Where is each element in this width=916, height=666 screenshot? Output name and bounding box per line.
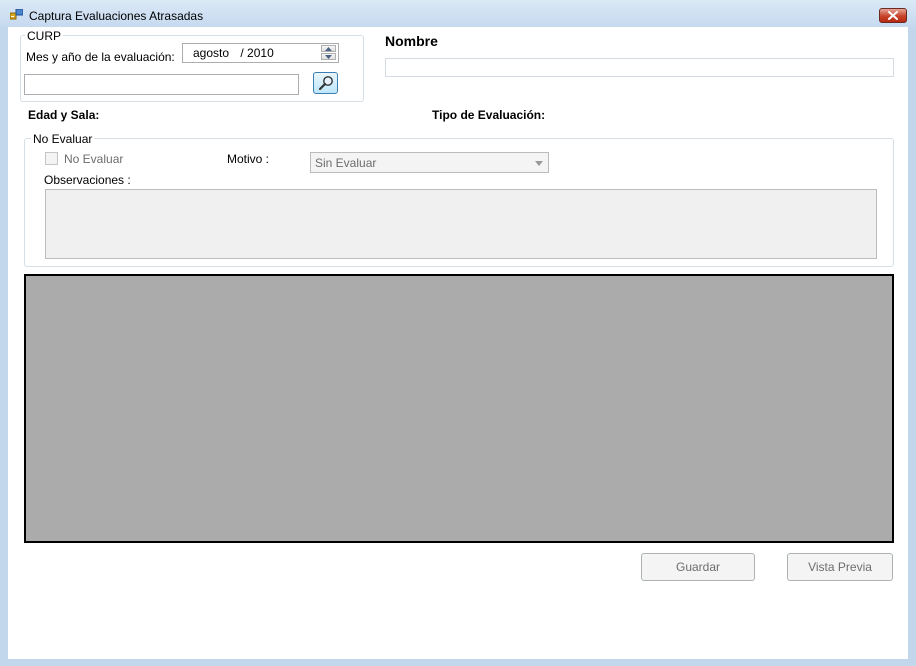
- guardar-button[interactable]: Guardar: [641, 553, 755, 581]
- spin-down-button[interactable]: [321, 53, 336, 60]
- year-value[interactable]: / 2010: [240, 46, 273, 60]
- no-evaluar-group-legend: No Evaluar: [31, 132, 95, 146]
- motivo-select[interactable]: Sin Evaluar: [310, 152, 549, 173]
- month-year-picker[interactable]: agosto / 2010: [182, 43, 339, 63]
- form-client-area: CURP Mes y año de la evaluación: agosto …: [8, 27, 908, 659]
- arrow-up-icon: [325, 46, 332, 51]
- vista-previa-button[interactable]: Vista Previa: [787, 553, 893, 581]
- chevron-down-icon: [535, 161, 543, 166]
- curp-input[interactable]: [24, 74, 299, 95]
- edad-sala-label: Edad y Sala:: [28, 108, 100, 122]
- no-evaluar-checkbox-label[interactable]: No Evaluar: [64, 152, 123, 166]
- no-evaluar-checkbox[interactable]: [45, 152, 58, 165]
- nombre-field[interactable]: [385, 58, 894, 77]
- search-button[interactable]: [313, 72, 338, 94]
- app-window: Captura Evaluaciones Atrasadas CURP Mes …: [0, 0, 916, 666]
- observaciones-label: Observaciones :: [44, 173, 131, 187]
- spin-up-button[interactable]: [321, 45, 336, 52]
- close-button[interactable]: [879, 8, 907, 23]
- window-title: Captura Evaluaciones Atrasadas: [29, 9, 204, 23]
- month-value[interactable]: agosto: [193, 46, 229, 60]
- close-icon: [888, 11, 898, 20]
- month-year-label: Mes y año de la evaluación:: [26, 50, 175, 64]
- motivo-label: Motivo :: [227, 152, 270, 166]
- curp-group-legend: CURP: [25, 29, 64, 43]
- arrow-down-icon: [325, 54, 332, 59]
- tipo-evaluacion-label: Tipo de Evaluación:: [432, 108, 546, 122]
- title-bar[interactable]: Captura Evaluaciones Atrasadas: [0, 0, 916, 27]
- app-window-icon: [10, 9, 23, 20]
- magnifier-icon: [318, 76, 333, 91]
- observaciones-textarea[interactable]: [45, 189, 877, 259]
- month-year-spinner[interactable]: [321, 45, 336, 61]
- motivo-selected-value[interactable]: Sin Evaluar: [315, 156, 376, 170]
- data-grid[interactable]: [24, 274, 894, 543]
- nombre-label: Nombre: [385, 33, 438, 49]
